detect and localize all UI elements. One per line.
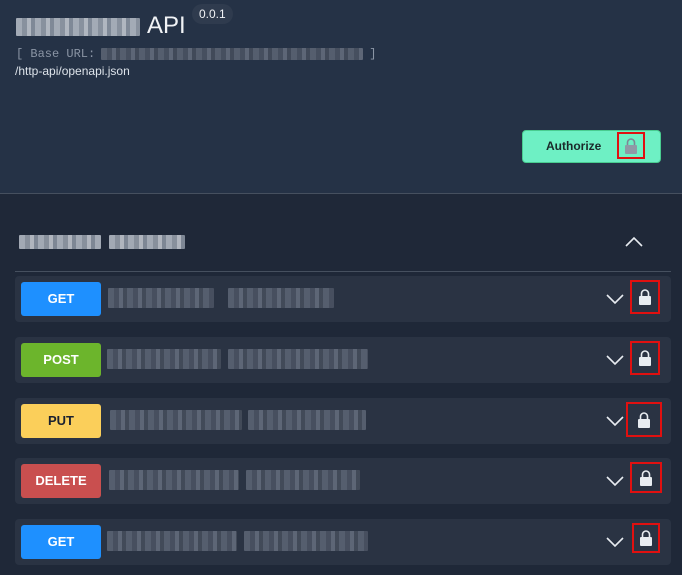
authorize-lock-highlight <box>617 132 645 159</box>
chevron-down-icon[interactable] <box>605 414 625 428</box>
operation-row[interactable]: GET <box>15 276 671 322</box>
version-badge: 0.0.1 <box>192 4 233 24</box>
chevron-up-icon[interactable] <box>624 234 644 248</box>
redacted-operation-path <box>110 410 242 430</box>
lock-icon <box>638 411 650 428</box>
authorize-lock-button[interactable] <box>626 402 662 437</box>
redacted-operation-summary <box>244 531 368 551</box>
redacted-operation-summary <box>246 470 360 490</box>
redacted-base-url <box>101 47 364 60</box>
base-url-prefix: [ Base URL: <box>16 47 96 61</box>
operation-row[interactable]: GET <box>15 519 671 565</box>
http-method-badge: PUT <box>21 404 101 438</box>
operation-row[interactable]: POST <box>15 337 671 383</box>
base-url: [ Base URL:] <box>16 47 376 61</box>
lock-icon <box>639 289 651 305</box>
authorize-lock-button[interactable] <box>632 523 660 553</box>
http-method-badge: DELETE <box>21 464 101 498</box>
api-info-section: API 0.0.1 [ Base URL:] /http-api/openapi… <box>0 0 682 193</box>
authorize-button[interactable]: Authorize <box>522 130 661 163</box>
operation-row[interactable]: PUT <box>15 398 671 444</box>
chevron-down-icon[interactable] <box>605 474 625 488</box>
lock-icon <box>625 138 637 154</box>
authorize-lock-button[interactable] <box>630 341 660 375</box>
lock-icon <box>639 350 651 366</box>
redacted-tag-name <box>19 235 101 249</box>
lock-icon <box>640 469 652 486</box>
authorize-lock-button[interactable] <box>630 462 662 493</box>
openapi-spec-link[interactable]: /http-api/openapi.json <box>15 64 130 78</box>
section-divider <box>0 193 682 194</box>
chevron-down-icon[interactable] <box>605 353 625 367</box>
redacted-tag-description <box>109 235 185 249</box>
authorize-label: Authorize <box>546 139 602 153</box>
redacted-operation-path <box>108 288 214 308</box>
redacted-operation-path <box>107 531 237 551</box>
redacted-operation-summary <box>228 288 334 308</box>
redacted-operation-summary <box>248 410 366 430</box>
tag-section-header[interactable] <box>15 220 671 272</box>
authorize-lock-button[interactable] <box>630 280 660 314</box>
operation-row[interactable]: DELETE <box>15 458 671 504</box>
http-method-badge: POST <box>21 343 101 377</box>
http-method-badge: GET <box>21 282 101 316</box>
lock-icon <box>640 530 652 546</box>
chevron-down-icon[interactable] <box>605 535 625 549</box>
redacted-api-name <box>16 18 140 36</box>
chevron-down-icon[interactable] <box>605 292 625 306</box>
redacted-operation-path <box>109 470 239 490</box>
api-title-suffix: API <box>147 12 186 39</box>
http-method-badge: GET <box>21 525 101 559</box>
base-url-suffix: ] <box>369 47 377 61</box>
redacted-operation-summary <box>228 349 368 369</box>
redacted-operation-path <box>107 349 221 369</box>
